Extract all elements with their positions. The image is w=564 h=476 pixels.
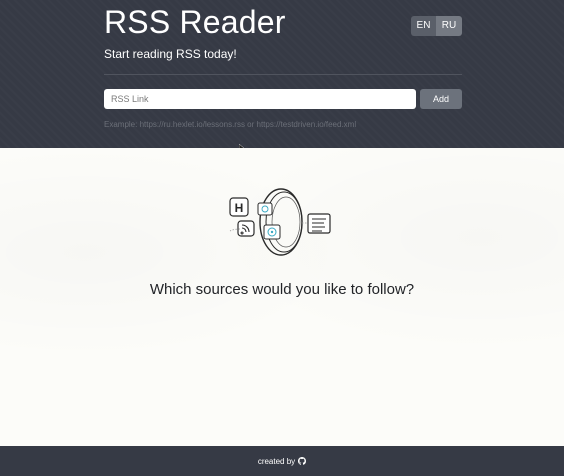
divider	[104, 74, 462, 75]
svg-text:H: H	[235, 201, 244, 215]
lang-ru-button[interactable]: RU	[436, 16, 462, 36]
footer: created by	[0, 446, 564, 476]
lang-en-button[interactable]: EN	[411, 16, 436, 36]
add-button[interactable]: Add	[420, 89, 462, 109]
follow-question: Which sources would you like to follow?	[149, 281, 415, 298]
page-title: RSS Reader	[104, 4, 286, 40]
rss-link-input[interactable]	[104, 89, 416, 109]
example-hint: Example: https://ru.hexlet.io/lessons.rs…	[104, 120, 357, 129]
created-by-label: created by	[257, 456, 296, 466]
rss-feeds-illustration-icon: H	[229, 188, 331, 256]
github-icon[interactable]	[298, 457, 307, 465]
header: RSS Reader EN RU Start reading RSS today…	[0, 0, 564, 148]
language-switcher: EN RU	[411, 16, 462, 36]
page-subtitle: Start reading RSS today!	[104, 47, 237, 61]
